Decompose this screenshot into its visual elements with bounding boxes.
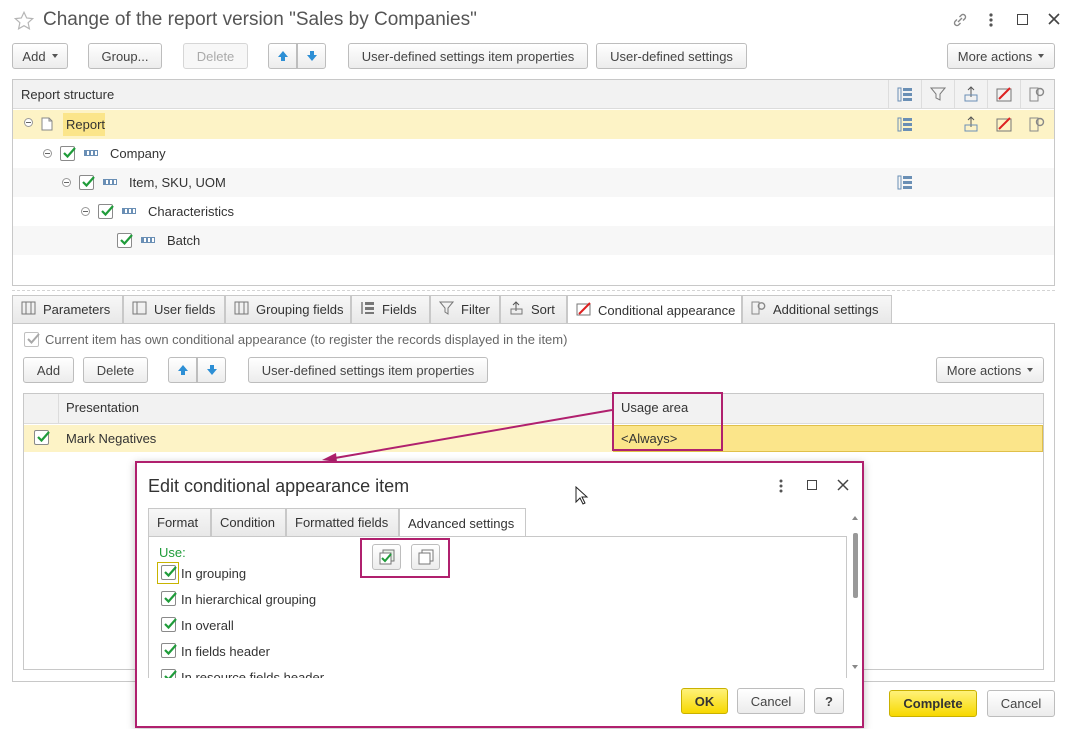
in-overall-label: In overall (181, 618, 234, 633)
uncheck-all-button[interactable] (411, 544, 440, 570)
uncheck-all-icon (418, 549, 433, 565)
check-all-icon (379, 549, 394, 565)
tab-label: Format (157, 515, 199, 530)
scroll-up-icon[interactable] (852, 516, 858, 520)
in-resource-fields-header-label: In resource fields header (181, 670, 325, 678)
in-overall-checkbox[interactable] (161, 617, 177, 632)
use-label: Use: (159, 545, 186, 560)
in-hierarchical-grouping-checkbox[interactable] (161, 591, 177, 606)
in-fields-header-checkbox[interactable] (161, 643, 177, 658)
dialog-tab-format[interactable]: Format (148, 508, 211, 536)
in-grouping-checkbox[interactable] (161, 565, 177, 580)
dialog-tab-advanced-settings[interactable]: Advanced settings (399, 508, 526, 537)
dialog-maximize-icon[interactable] (807, 480, 817, 490)
in-hierarchical-grouping-label: In hierarchical grouping (181, 592, 317, 607)
dialog-ok-button[interactable]: OK (681, 688, 728, 714)
in-fields-header-label: In fields header (181, 644, 270, 659)
dialog-close-icon[interactable] (835, 477, 851, 496)
tab-label: Condition (220, 515, 275, 530)
check-all-button[interactable] (372, 544, 401, 570)
dialog-tab-formatted-fields[interactable]: Formatted fields (286, 508, 399, 536)
tab-label: Advanced settings (408, 515, 515, 531)
dialog-help-button[interactable]: ? (814, 688, 844, 714)
dialog-cancel-button[interactable]: Cancel (737, 688, 805, 714)
tab-label: Formatted fields (295, 515, 389, 530)
dialog-title: Edit conditional appearance item (148, 476, 410, 496)
dialog-content-bottom-border (148, 678, 847, 679)
in-grouping-label: In grouping (181, 566, 247, 581)
clipped-option: In resource fields header (150, 664, 846, 678)
dialog-tab-condition[interactable]: Condition (211, 508, 286, 536)
in-resource-fields-header-checkbox[interactable] (161, 669, 177, 678)
mouse-cursor-icon (575, 485, 589, 509)
dialog-more-icon[interactable] (774, 477, 788, 498)
scroll-thumb[interactable] (853, 533, 858, 598)
scroll-down-icon[interactable] (852, 665, 858, 669)
